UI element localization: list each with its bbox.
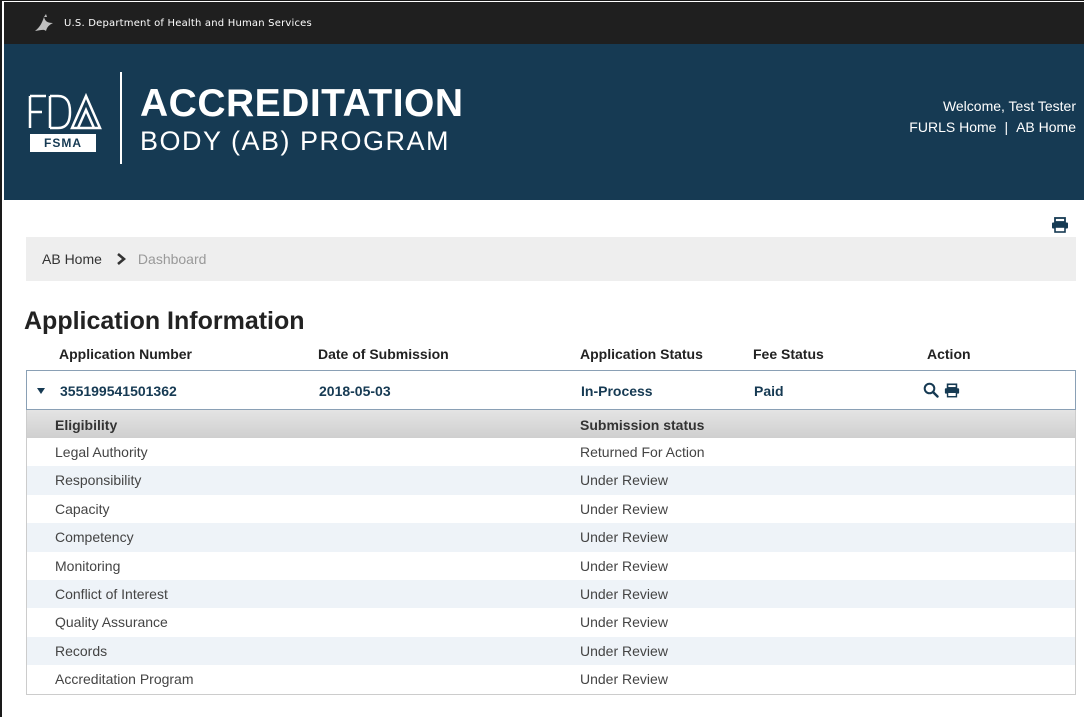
- status-cell: Under Review: [580, 642, 668, 659]
- table-row: Accreditation Program Under Review: [27, 665, 1075, 693]
- breadcrumb-home-link[interactable]: AB Home: [42, 251, 102, 267]
- column-header-action: Action: [927, 346, 971, 362]
- table-row: Responsibility Under Review: [27, 466, 1075, 495]
- status-cell: Under Review: [580, 472, 668, 489]
- page-frame: U.S. Department of Health and Human Serv…: [0, 0, 1084, 717]
- submission-status-header: Submission status: [580, 417, 705, 433]
- eligibility-header: Eligibility: [55, 417, 118, 433]
- print-icon[interactable]: [1051, 217, 1069, 233]
- chevron-right-icon: [117, 253, 126, 265]
- eligibility-cell: Legal Authority: [55, 444, 148, 460]
- hhs-header-bar: U.S. Department of Health and Human Serv…: [4, 2, 1084, 44]
- application-row[interactable]: 355199541501362 2018-05-03 In-Process Pa…: [26, 370, 1076, 410]
- status-cell: Under Review: [580, 557, 668, 574]
- status-cell: Returned For Action: [580, 444, 705, 460]
- logo-divider: [120, 72, 122, 164]
- column-header-date-of-submission: Date of Submission: [318, 346, 449, 362]
- status-cell: Under Review: [580, 500, 668, 517]
- table-row: Records Under Review: [27, 636, 1075, 666]
- eligibility-cell: Conflict of Interest: [55, 586, 168, 602]
- furls-home-link[interactable]: FURLS Home: [909, 119, 996, 135]
- fda-logo-mark: [28, 92, 102, 130]
- table-row: Capacity Under Review: [27, 495, 1075, 523]
- fee-status: Paid: [754, 383, 784, 399]
- table-row: Monitoring Under Review: [27, 552, 1075, 580]
- print-icon[interactable]: [944, 383, 960, 398]
- status-cell: Under Review: [580, 671, 668, 688]
- table-row: Competency Under Review: [27, 523, 1075, 552]
- table-row: Quality Assurance Under Review: [27, 608, 1075, 636]
- search-icon[interactable]: [923, 382, 939, 398]
- breadcrumb-current: Dashboard: [137, 251, 207, 267]
- eligibility-table-header: Eligibility Submission status: [27, 410, 1075, 438]
- hhs-eagle-icon: [35, 14, 53, 31]
- eligibility-cell: Monitoring: [55, 557, 121, 574]
- program-title: ACCREDITATION: [140, 82, 464, 125]
- eligibility-cell: Records: [55, 642, 108, 659]
- table-row: Conflict of Interest Under Review: [27, 580, 1075, 609]
- table-row: Legal Authority Returned For Action: [27, 438, 1075, 466]
- fda-fsma-logo: FSMA: [28, 92, 104, 152]
- ab-home-link[interactable]: AB Home: [1016, 119, 1076, 135]
- application-number[interactable]: 355199541501362: [60, 383, 177, 399]
- eligibility-cell: Accreditation Program: [55, 671, 194, 688]
- submission-date: 2018-05-03: [319, 383, 391, 399]
- fsma-label: FSMA: [30, 134, 96, 152]
- status-cell: Under Review: [580, 529, 668, 546]
- page-title: Application Information: [24, 307, 305, 335]
- caret-down-icon[interactable]: [37, 388, 45, 394]
- application-status: In-Process: [581, 383, 653, 399]
- column-header-fee-status: Fee Status: [753, 346, 824, 362]
- breadcrumb: AB Home Dashboard: [26, 237, 1076, 281]
- eligibility-cell: Capacity: [55, 500, 110, 517]
- eligibility-cell: Quality Assurance: [55, 614, 168, 631]
- hhs-label: U.S. Department of Health and Human Serv…: [64, 17, 312, 29]
- eligibility-cell: Responsibility: [55, 472, 142, 489]
- user-links: FURLS Home | AB Home: [909, 117, 1076, 137]
- program-banner: FSMA ACCREDITATION BODY (AB) PROGRAM Wel…: [4, 44, 1084, 200]
- column-header-application-status: Application Status: [580, 346, 703, 362]
- welcome-message: Welcome, Test Tester: [942, 98, 1076, 114]
- column-header-application-number: Application Number: [59, 346, 193, 362]
- eligibility-table: Eligibility Submission status Legal Auth…: [26, 410, 1076, 695]
- status-cell: Under Review: [580, 614, 668, 631]
- program-subtitle: BODY (AB) PROGRAM: [140, 126, 451, 156]
- eligibility-cell: Competency: [55, 529, 134, 546]
- link-separator: |: [1004, 119, 1009, 135]
- status-cell: Under Review: [580, 586, 668, 602]
